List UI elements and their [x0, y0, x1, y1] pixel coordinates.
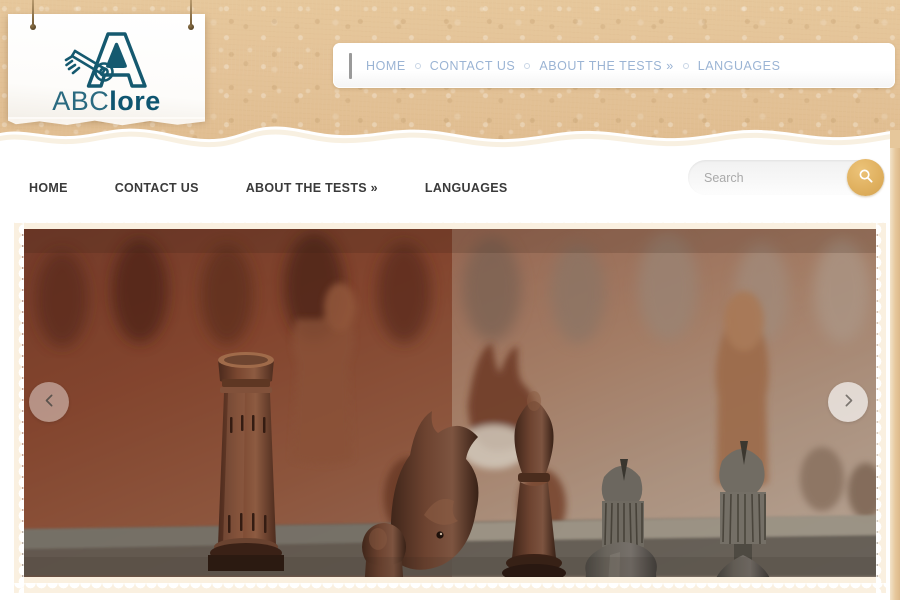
stamp-perforation-right	[876, 213, 886, 593]
nav-item-contact-us[interactable]: CONTACT US	[115, 181, 199, 195]
search-button[interactable]	[847, 159, 884, 196]
chevron-right-icon	[840, 392, 857, 412]
stamp-perforation-top	[14, 213, 886, 223]
slider-next-button[interactable]	[828, 382, 868, 422]
chevron-left-icon	[41, 392, 58, 412]
topnav-links: HOME CONTACT US ABOUT THE TESTS » LANGUA…	[366, 59, 780, 73]
topnav-item-home[interactable]: HOME	[366, 59, 406, 73]
nav-item-about-the-tests[interactable]: ABOUT THE TESTS »	[246, 181, 378, 195]
topnav-accent-bar	[349, 52, 352, 79]
slider-prev-button[interactable]	[29, 382, 69, 422]
stamp-perforation-left	[14, 213, 24, 593]
nav-item-home[interactable]: HOME	[29, 181, 68, 195]
sign-pin-left	[30, 0, 36, 30]
logo-word-lore: lore	[109, 86, 161, 116]
slider-image	[22, 229, 878, 577]
sign-pin-right	[188, 0, 194, 30]
abclore-logo-icon	[62, 30, 148, 92]
main-navigation-links: HOME CONTACT US ABOUT THE TESTS » LANGUA…	[0, 181, 555, 195]
nav-item-languages[interactable]: LANGUAGES	[425, 181, 508, 195]
topnav-separator-icon	[414, 62, 421, 69]
top-navigation-bar: HOME CONTACT US ABOUT THE TESTS » LANGUA…	[333, 43, 895, 88]
topnav-item-languages[interactable]: LANGUAGES	[698, 59, 781, 73]
topnav-item-contact-us[interactable]: CONTACT US	[430, 59, 516, 73]
logo-wordmark: ABClore	[8, 88, 205, 115]
logo-word-abc: ABC	[52, 86, 110, 116]
topnav-separator-icon	[524, 62, 531, 69]
stamp-perforation-bottom	[14, 583, 886, 593]
hero-slider[interactable]	[22, 229, 878, 577]
page-right-edge-strip	[890, 148, 900, 600]
search-input[interactable]	[704, 160, 854, 195]
topnav-item-about-the-tests[interactable]: ABOUT THE TESTS »	[539, 59, 673, 73]
topnav-separator-icon	[682, 62, 689, 69]
page-root: ABClore HOME CONTACT US ABOUT THE TESTS …	[0, 0, 900, 600]
logo-sign[interactable]: ABClore	[8, 14, 205, 119]
search-icon	[858, 168, 874, 187]
